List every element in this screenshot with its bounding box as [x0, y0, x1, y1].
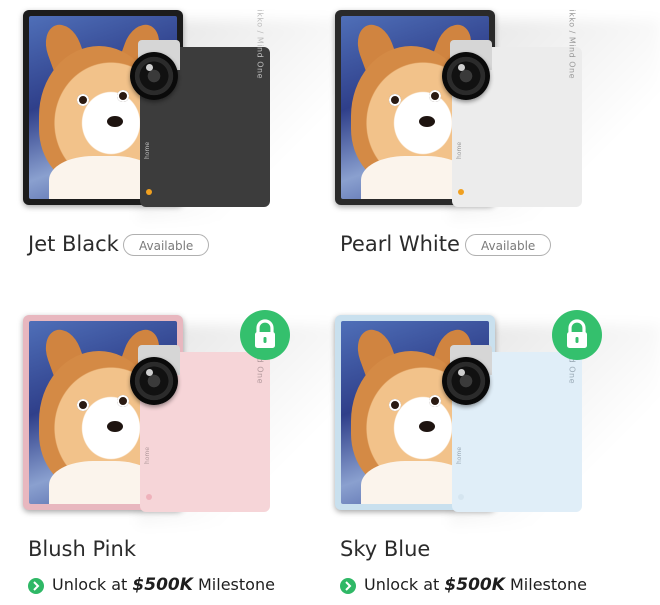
- phone-indicator-dot: [458, 189, 464, 195]
- milestone-icon: [28, 577, 44, 594]
- unlock-suffix: Milestone: [510, 575, 587, 594]
- unlock-suffix: Milestone: [198, 575, 275, 594]
- dog-eye-left: [77, 94, 89, 106]
- camera-lens-icon: [130, 357, 178, 405]
- status-badge: Available: [465, 234, 552, 256]
- camera-lens-icon: [130, 52, 178, 100]
- dog-eye-right: [429, 90, 441, 102]
- phone-home-text: home: [144, 141, 151, 159]
- color-name: Sky Blue: [340, 537, 431, 561]
- lens-glint: [146, 64, 153, 71]
- product-card-sky-blue[interactable]: ikko / Mind One home Sky Blue Unlock at …: [330, 305, 660, 605]
- dog-nose: [107, 116, 123, 127]
- unlock-amount: $500K: [444, 575, 505, 595]
- color-name: Pearl White: [340, 232, 460, 256]
- lens-glint: [146, 369, 153, 376]
- phone-brand-text: ikko / Mind One: [567, 9, 576, 79]
- lens-glint: [458, 64, 465, 71]
- status-badge: Available: [123, 234, 210, 256]
- dog-eye-right: [429, 395, 441, 407]
- phone-indicator-dot: [458, 494, 464, 500]
- unlock-prefix: Unlock at: [52, 575, 128, 594]
- dog-eye-right: [117, 395, 129, 407]
- phone-brand-text: ikko / Mind One: [255, 9, 264, 79]
- lock-badge: [240, 310, 290, 360]
- phone-indicator-dot: [146, 494, 152, 500]
- phone-home-text: home: [144, 446, 151, 464]
- milestone-icon: [340, 577, 356, 594]
- unlock-requirement: Unlock at $500K Milestone: [340, 575, 587, 595]
- phone-home-text: home: [456, 446, 463, 464]
- phone-home-text: home: [456, 141, 463, 159]
- dog-eye-left: [389, 94, 401, 106]
- unlock-amount: $500K: [132, 575, 193, 595]
- unlock-prefix: Unlock at: [364, 575, 440, 594]
- phone-indicator-dot: [146, 189, 152, 195]
- dog-nose: [419, 116, 435, 127]
- lock-icon: [567, 319, 587, 348]
- dog-eye-left: [77, 399, 89, 411]
- lens-glint: [458, 369, 465, 376]
- dog-eye-left: [389, 399, 401, 411]
- product-card-jet-black[interactable]: ikko / Mind One home Jet Black Available: [18, 0, 348, 300]
- dog-nose: [419, 421, 435, 432]
- camera-lens-icon: [442, 52, 490, 100]
- product-card-blush-pink[interactable]: ikko / Mind One home Blush Pink Unlock a…: [18, 305, 348, 605]
- color-name: Jet Black: [28, 232, 119, 256]
- product-card-pearl-white[interactable]: ikko / Mind One home Pearl White Availab…: [330, 0, 660, 300]
- lock-icon: [255, 319, 275, 348]
- lock-badge: [552, 310, 602, 360]
- camera-lens-icon: [442, 357, 490, 405]
- dog-nose: [107, 421, 123, 432]
- dog-eye-right: [117, 90, 129, 102]
- unlock-requirement: Unlock at $500K Milestone: [28, 575, 275, 595]
- color-name: Blush Pink: [28, 537, 136, 561]
